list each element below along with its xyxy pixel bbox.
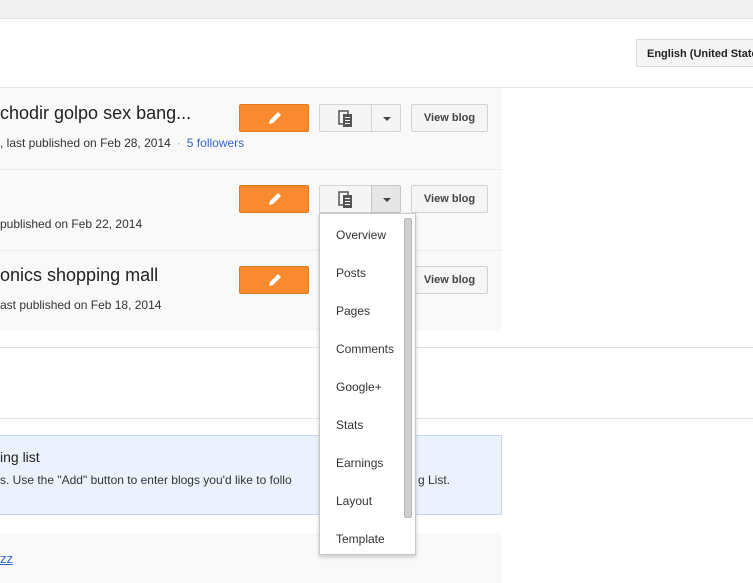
menu-item-google-plus[interactable]: Google+ bbox=[336, 380, 382, 394]
menu-scrollbar[interactable] bbox=[404, 218, 412, 518]
pencil-icon bbox=[269, 193, 281, 205]
blog-title[interactable]: chodir golpo sex bang... bbox=[0, 103, 191, 124]
menu-item-pages[interactable]: Pages bbox=[336, 304, 370, 318]
new-post-button[interactable] bbox=[239, 266, 309, 294]
bottom-panel: zz bbox=[0, 533, 502, 583]
bottom-link[interactable]: zz bbox=[0, 551, 13, 566]
menu-item-template[interactable]: Template bbox=[336, 532, 385, 546]
pencil-icon bbox=[269, 274, 281, 286]
reading-list-text: s. Use the "Add" button to enter blogs y… bbox=[0, 473, 292, 487]
top-bar bbox=[0, 0, 753, 19]
menu-item-comments[interactable]: Comments bbox=[336, 342, 394, 356]
reading-list-text-tail: g List. bbox=[418, 473, 451, 487]
blog-menu-dropdown[interactable] bbox=[371, 104, 401, 132]
posts-list-button[interactable] bbox=[319, 104, 372, 132]
pencil-icon bbox=[269, 112, 281, 124]
blog-meta: , last published on Feb 28, 2014 · 5 follo… bbox=[0, 136, 245, 150]
menu-item-layout[interactable]: Layout bbox=[336, 494, 372, 508]
caret-down-icon bbox=[383, 117, 391, 121]
posts-list-icon bbox=[338, 191, 352, 208]
posts-list-icon bbox=[338, 110, 352, 127]
followers-link[interactable]: 5 followers bbox=[187, 136, 244, 150]
new-post-button[interactable] bbox=[239, 104, 309, 132]
language-button[interactable]: English (United States) bbox=[636, 39, 753, 67]
new-post-button[interactable] bbox=[239, 185, 309, 213]
blog-title[interactable]: onics shopping mall bbox=[0, 265, 158, 286]
posts-list-button[interactable] bbox=[319, 185, 372, 213]
menu-item-overview[interactable]: Overview bbox=[336, 228, 386, 242]
view-blog-button[interactable]: View blog bbox=[411, 266, 488, 294]
view-blog-button[interactable]: View blog bbox=[411, 104, 488, 132]
blog-meta: published on Feb 22, 2014 bbox=[0, 217, 143, 231]
blog-meta: ast published on Feb 18, 2014 bbox=[0, 298, 162, 312]
blog-dropdown-menu: Overview Posts Pages Comments Google+ St… bbox=[319, 213, 416, 555]
menu-item-stats[interactable]: Stats bbox=[336, 418, 363, 432]
reading-list-panel: ing list s. Use the "Add" button to ente… bbox=[0, 435, 502, 515]
caret-down-icon bbox=[383, 198, 391, 202]
view-blog-button[interactable]: View blog bbox=[411, 185, 488, 213]
menu-item-earnings[interactable]: Earnings bbox=[336, 456, 383, 470]
reading-list-title: ing list bbox=[0, 449, 40, 465]
menu-item-posts[interactable]: Posts bbox=[336, 266, 366, 280]
blog-menu-dropdown[interactable] bbox=[371, 185, 401, 213]
